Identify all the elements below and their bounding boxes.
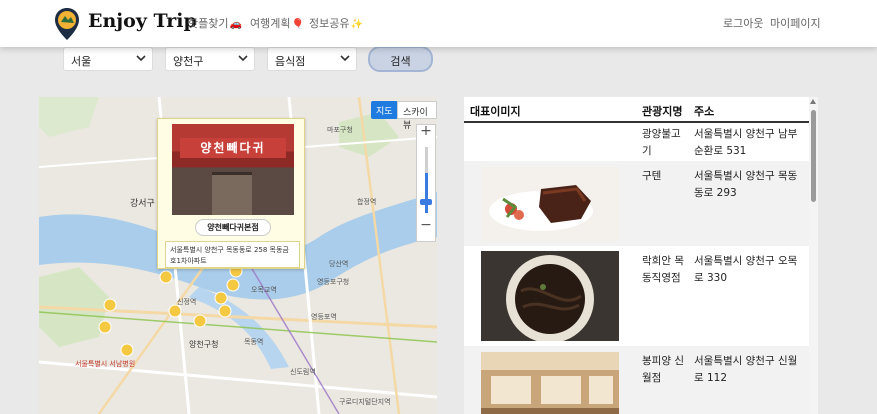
nav-link-plan[interactable]: 여행계획🎈 bbox=[250, 15, 304, 31]
table-row[interactable]: 광양불고기 서울특별시 양천구 남부순환로 531 bbox=[464, 123, 809, 161]
place-address: 서울특별시 양천구 목동동로 293 bbox=[694, 170, 798, 199]
store-door bbox=[212, 172, 252, 215]
map-label: 당산역 bbox=[329, 260, 349, 268]
scroll-up-icon[interactable] bbox=[810, 99, 816, 104]
place-address: 서울특별시 양천구 오목로 330 bbox=[694, 255, 798, 284]
map-label: 오목교역 bbox=[251, 286, 277, 294]
chevron-down-icon bbox=[136, 55, 146, 62]
column-header-name: 관광지명 bbox=[642, 105, 683, 118]
map-label: 영등포구청 bbox=[317, 278, 350, 286]
place-address: 서울특별시 양천구 남부순환로 531 bbox=[694, 128, 798, 157]
zoom-level-fill bbox=[425, 173, 428, 213]
sido-select[interactable]: 서울 bbox=[63, 47, 153, 71]
table-scrollbar[interactable] bbox=[809, 97, 818, 414]
info-place-image: 양천빼다귀 bbox=[172, 124, 294, 215]
map-label: 신정역 bbox=[177, 298, 197, 306]
scrollbar-thumb[interactable] bbox=[811, 110, 816, 202]
map-label: 강서구 bbox=[130, 199, 155, 209]
map-label: 마포구청 bbox=[327, 126, 353, 134]
navbar: Enjoy Trip 핫플찾기🚗 여행계획🎈 정보공유✨ 로그아웃 마이페이지 bbox=[0, 0, 877, 47]
map-label: 합정역 bbox=[357, 198, 377, 206]
place-thumbnail bbox=[481, 167, 619, 241]
zoom-control: + − bbox=[416, 123, 436, 242]
results-table: 대표이미지 관광지명 주소 광양불고기 서울특별시 양천구 남부순환로 531 … bbox=[464, 97, 818, 414]
map-label: 서울특별시 서남병원 bbox=[75, 360, 136, 368]
table-row[interactable]: 락희안 목동직영점 서울특별시 양천구 오목로 330 bbox=[464, 246, 809, 346]
zoom-out-button[interactable]: − bbox=[417, 217, 435, 233]
balloon-icon: 🎈 bbox=[291, 19, 304, 30]
nav-link-share[interactable]: 정보공유✨ bbox=[309, 15, 363, 31]
info-place-title: 양천빼다귀본점 bbox=[195, 219, 271, 236]
car-icon: 🚗 bbox=[229, 19, 242, 30]
map-label: 목동역 bbox=[244, 338, 264, 346]
sparkle-icon: ✨ bbox=[350, 19, 363, 30]
place-thumbnail bbox=[481, 251, 619, 341]
place-name: 봉피양 신월점 bbox=[642, 355, 684, 384]
logo-pin-icon[interactable] bbox=[54, 7, 80, 41]
search-button[interactable]: 검색 bbox=[368, 46, 433, 72]
zoom-slider-handle[interactable] bbox=[420, 199, 432, 205]
map-label: 양천구청 bbox=[189, 340, 219, 349]
map-type-map-button[interactable]: 지도 bbox=[371, 101, 398, 119]
nav-link-hotplace[interactable]: 핫플찾기🚗 bbox=[188, 15, 242, 31]
table-row[interactable]: 봉피양 신월점 서울특별시 양천구 신월로 112 bbox=[464, 346, 809, 414]
map-info-window: 양천빼다귀 양천빼다귀본점 서울특별시 양천구 목동동로 258 목동금호1차아… bbox=[157, 118, 305, 269]
brand-title[interactable]: Enjoy Trip bbox=[88, 10, 197, 32]
table-row[interactable]: 구텐 서울특별시 양천구 목동동로 293 bbox=[464, 161, 809, 246]
zoom-in-button[interactable]: + bbox=[417, 123, 435, 139]
logout-link[interactable]: 로그아웃 bbox=[723, 15, 763, 31]
content-type-select[interactable]: 음식점 bbox=[267, 47, 357, 71]
place-address: 서울특별시 양천구 신월로 112 bbox=[694, 355, 798, 384]
place-name: 락희안 목동직영점 bbox=[642, 255, 684, 284]
map-label: 영등포역 bbox=[311, 313, 337, 321]
store-sign: 양천빼다귀 bbox=[180, 138, 286, 158]
place-name: 구텐 bbox=[642, 170, 662, 182]
info-place-address: 서울특별시 양천구 목동동로 258 목동금호1차아파트 bbox=[165, 241, 300, 268]
place-thumbnail bbox=[481, 352, 619, 414]
map-label: 구로디지털단지역 bbox=[339, 398, 391, 406]
mypage-link[interactable]: 마이페이지 bbox=[770, 15, 821, 31]
chevron-down-icon bbox=[238, 55, 248, 62]
place-name: 광양불고기 bbox=[642, 128, 681, 157]
column-header-address: 주소 bbox=[694, 105, 715, 118]
map-type-skyview-button[interactable]: 스카이뷰 bbox=[397, 101, 437, 131]
chevron-down-icon bbox=[340, 55, 350, 62]
gugun-select[interactable]: 양천구 bbox=[165, 47, 255, 71]
column-header-image: 대표이미지 bbox=[470, 105, 521, 118]
map-label: 신도림역 bbox=[290, 368, 316, 376]
